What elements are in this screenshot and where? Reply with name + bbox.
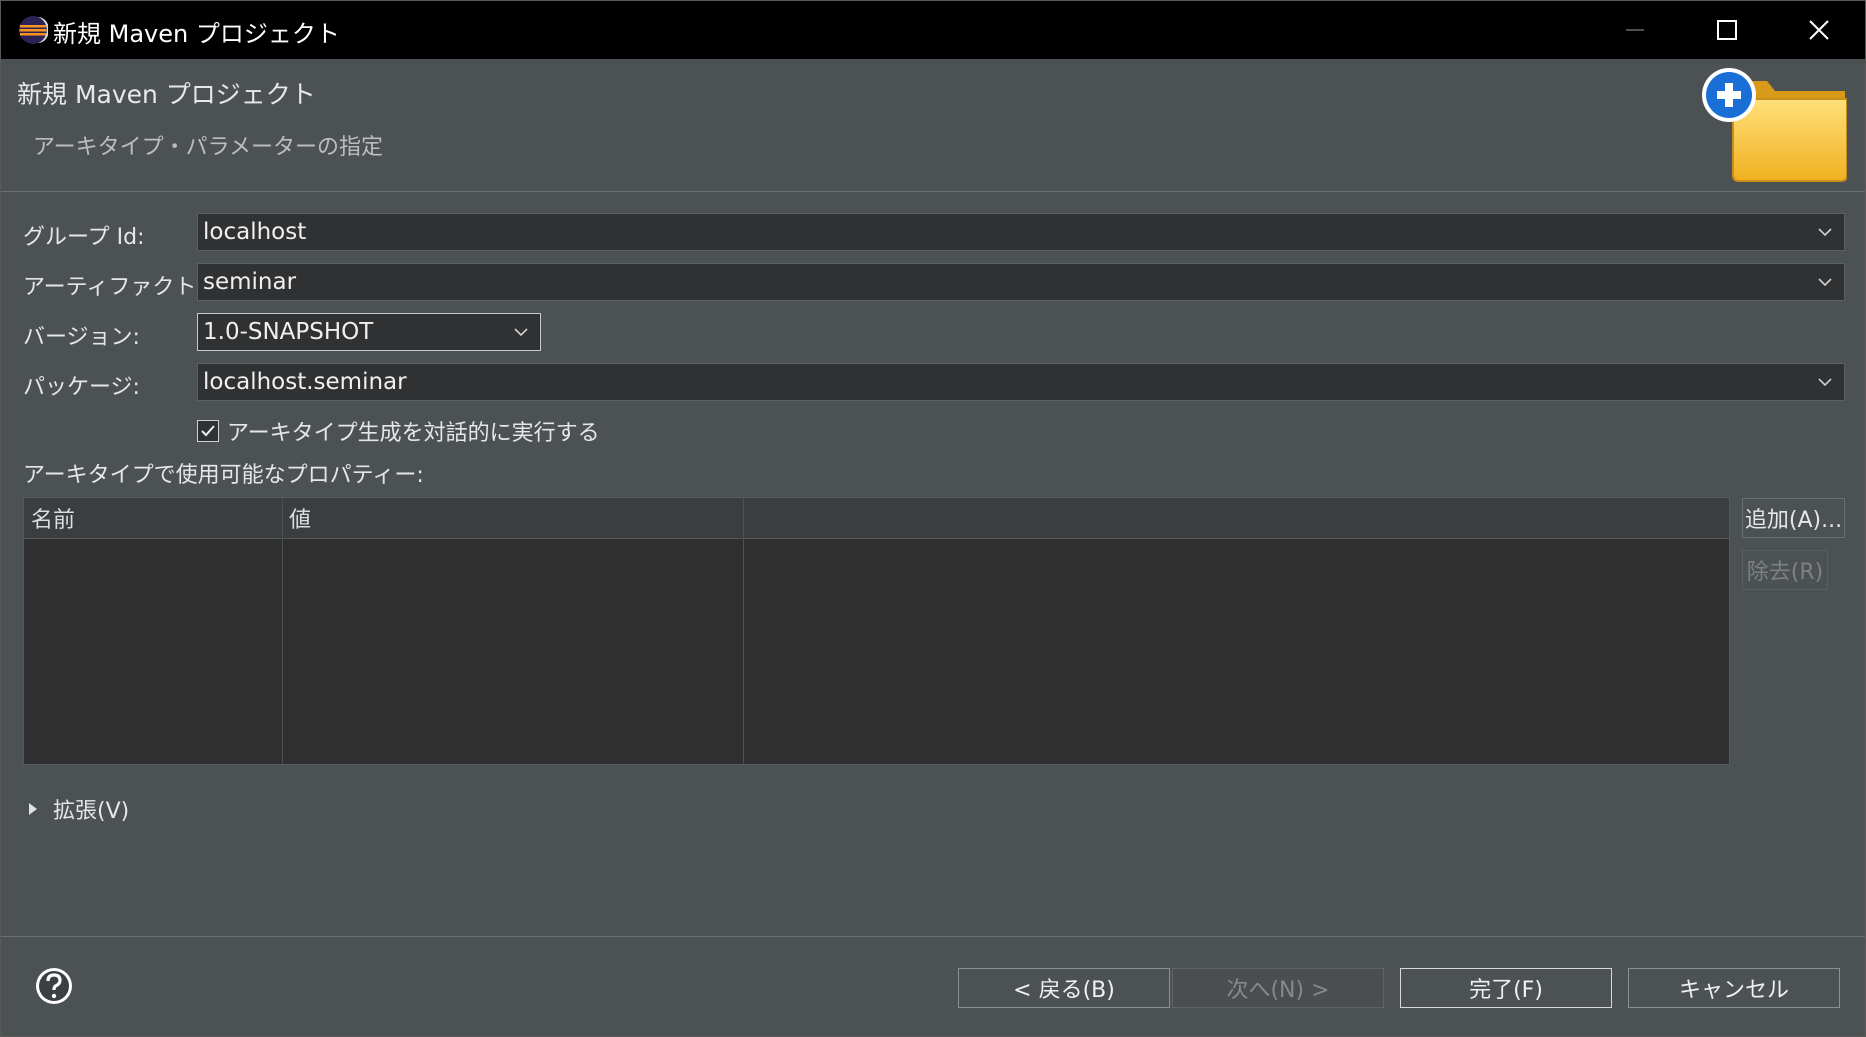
chevron-down-icon[interactable] — [1806, 364, 1844, 400]
wizard-banner: 新規 Maven プロジェクト アーキタイプ・パラメーターの指定 — [1, 59, 1865, 192]
column-header-value[interactable]: 値 — [282, 498, 743, 538]
minimize-icon — [1626, 29, 1644, 31]
properties-table[interactable]: 名前 値 — [23, 497, 1730, 765]
cancel-button[interactable]: キャンセル — [1628, 968, 1840, 1008]
maximize-button[interactable] — [1681, 1, 1773, 59]
group-id-value[interactable]: localhost — [198, 219, 1806, 245]
add-property-button[interactable]: 追加(A)... — [1742, 498, 1845, 538]
chevron-down-icon[interactable] — [502, 314, 540, 350]
back-button[interactable]: < 戻る(B) — [958, 968, 1170, 1008]
help-icon[interactable] — [34, 966, 74, 1006]
window-title: 新規 Maven プロジェクト — [53, 20, 340, 48]
version-label: バージョン: — [23, 325, 140, 350]
new-folder-plus-icon — [1702, 68, 1847, 182]
footer-divider — [1, 936, 1865, 937]
artifact-id-value[interactable]: seminar — [198, 269, 1806, 295]
advanced-label[interactable]: 拡張(V) — [53, 793, 129, 825]
package-label: パッケージ: — [23, 375, 140, 400]
group-id-label: グループ Id: — [23, 225, 145, 250]
properties-label: アーキタイプで使用可能なプロパティー: — [23, 463, 424, 488]
checkbox-label[interactable]: アーキタイプ生成を対話的に実行する — [227, 415, 600, 447]
column-header-name[interactable]: 名前 — [24, 498, 282, 538]
title-bar[interactable]: 新規 Maven プロジェクト — [1, 1, 1865, 59]
version-combo[interactable]: 1.0-SNAPSHOT — [197, 313, 541, 351]
minimize-button[interactable] — [1589, 1, 1681, 59]
interactive-generation-checkbox[interactable]: アーキタイプ生成を対話的に実行する — [197, 415, 600, 447]
group-id-combo[interactable]: localhost — [197, 213, 1845, 251]
close-icon — [1809, 20, 1829, 40]
maximize-icon — [1717, 20, 1737, 40]
page-description: アーキタイプ・パラメーターの指定 — [33, 135, 384, 160]
chevron-down-icon[interactable] — [1806, 264, 1844, 300]
column-divider — [282, 498, 283, 764]
chevron-down-icon[interactable] — [1806, 214, 1844, 250]
close-button[interactable] — [1773, 1, 1865, 59]
eclipse-icon — [19, 16, 48, 44]
advanced-expander[interactable]: 拡張(V) — [27, 793, 129, 825]
triangle-right-icon[interactable] — [27, 801, 39, 817]
version-value[interactable]: 1.0-SNAPSHOT — [198, 319, 502, 345]
checkmark-icon — [201, 425, 215, 437]
package-combo[interactable]: localhost.seminar — [197, 363, 1845, 401]
package-value[interactable]: localhost.seminar — [198, 369, 1806, 395]
next-button[interactable]: 次へ(N) > — [1172, 968, 1384, 1008]
page-title: 新規 Maven プロジェクト — [17, 80, 316, 109]
finish-button[interactable]: 完了(F) — [1400, 968, 1612, 1008]
maven-project-dialog: 新規 Maven プロジェクト 新規 Maven プロジェクト アーキタイプ・パ… — [0, 0, 1866, 1037]
artifact-id-combo[interactable]: seminar — [197, 263, 1845, 301]
checkbox[interactable] — [197, 420, 219, 442]
remove-property-button[interactable]: 除去(R) — [1742, 550, 1828, 590]
column-divider — [743, 498, 744, 764]
table-header: 名前 値 — [24, 498, 1729, 539]
